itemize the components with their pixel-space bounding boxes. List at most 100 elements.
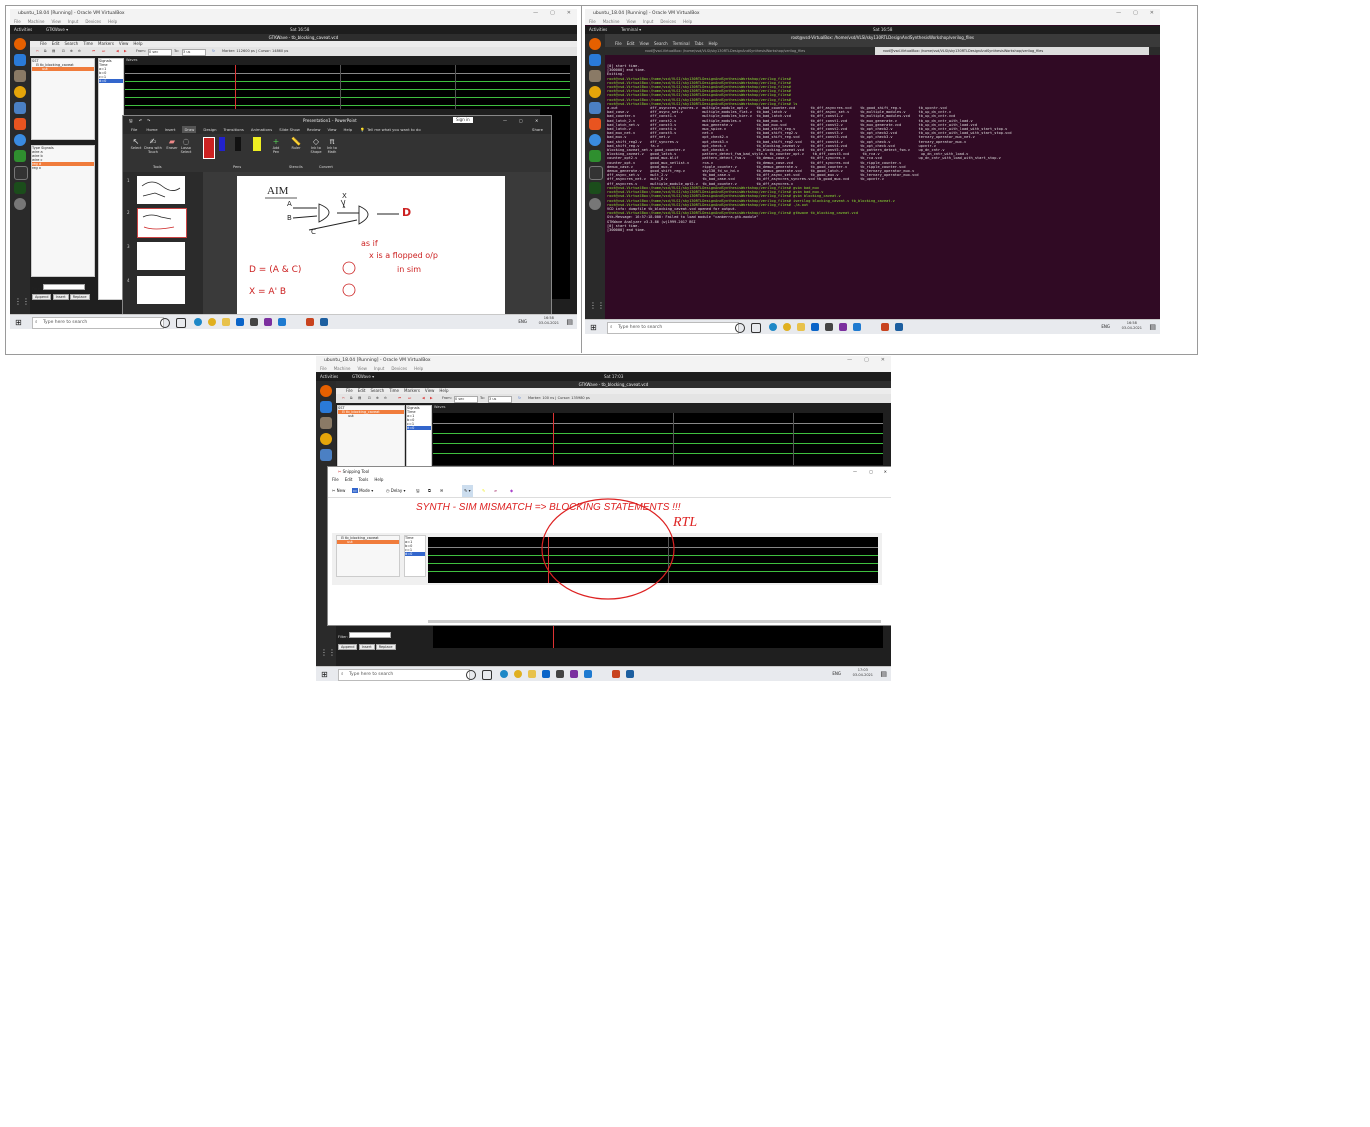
edge-icon[interactable]	[194, 318, 202, 326]
explorer-icon[interactable]	[528, 670, 536, 678]
last-page-icon[interactable]: ⏭	[102, 47, 105, 56]
ppt-tool-select[interactable]: ↖ Select	[129, 137, 143, 150]
prev-arrow-icon[interactable]: ◀	[422, 394, 425, 403]
vscode-icon[interactable]	[278, 318, 286, 326]
first-page-icon[interactable]: ⏮	[92, 47, 95, 56]
ppt-tab-file[interactable]: File	[131, 127, 137, 132]
dvd-icon[interactable]	[589, 198, 601, 210]
ppt-tab-slideshow[interactable]: Slide Show	[279, 127, 300, 132]
snip-paint3d-icon[interactable]: ◆	[510, 485, 513, 497]
snip-highlighter-icon[interactable]: ✎	[482, 485, 485, 497]
filter-input[interactable]	[42, 284, 85, 290]
insert-button[interactable]: Insert	[52, 294, 69, 300]
prev-arrow-icon[interactable]: ◀	[116, 47, 119, 56]
thunderbird-icon[interactable]	[589, 54, 601, 66]
ppt-tab-review[interactable]: Review	[307, 127, 321, 132]
writer-icon[interactable]	[589, 102, 601, 114]
writer-icon[interactable]	[14, 102, 26, 114]
tree-item-uut[interactable]: uut	[338, 414, 404, 418]
cortana-icon[interactable]	[735, 323, 745, 333]
vm-menu-devices[interactable]: Devices	[660, 19, 676, 24]
highlighter-icon[interactable]	[253, 137, 261, 151]
ubuntu-clock[interactable]: Sat 17:03	[604, 373, 623, 381]
mail-icon[interactable]	[542, 670, 550, 678]
maximize-icon[interactable]: ▢	[1133, 10, 1138, 16]
black-pen-icon[interactable]	[235, 137, 241, 151]
append-button[interactable]: Append	[338, 644, 358, 650]
minimize-icon[interactable]: —	[1116, 10, 1121, 16]
gtkwave-icon[interactable]	[14, 182, 26, 194]
thunderbird-icon[interactable]	[14, 54, 26, 66]
slide-thumbnail[interactable]	[137, 276, 185, 304]
vscode-icon[interactable]	[853, 323, 861, 331]
term-menu-file[interactable]: File	[615, 41, 622, 46]
windows-start-icon[interactable]: ⊞	[321, 670, 328, 679]
vm-menu-help[interactable]: Help	[683, 19, 692, 24]
snip-close-icon[interactable]: ✕	[884, 467, 887, 476]
vbox-icon[interactable]	[626, 670, 634, 678]
copy-icon[interactable]: ⧉	[350, 394, 353, 403]
terminal-output[interactable]: [0] start time. [300000] end time. Exiting…	[605, 56, 1160, 324]
ppt-tab-design[interactable]: Design	[203, 127, 216, 132]
gtk-menu-markers[interactable]: Markers	[404, 388, 420, 393]
dvd-icon[interactable]	[14, 198, 26, 210]
vbox-icon[interactable]	[320, 318, 328, 326]
taskview-icon[interactable]	[751, 323, 761, 333]
term-menu-terminal[interactable]: Terminal	[673, 41, 690, 46]
ppt-taskbar-icon[interactable]	[306, 318, 314, 326]
activities-button[interactable]: Activities	[320, 373, 338, 381]
ppt-tool-ink-math[interactable]: π Ink to Math	[325, 137, 339, 154]
ppt-tab-insert[interactable]: Insert	[165, 127, 176, 132]
vm-menu-devices[interactable]: Devices	[85, 19, 101, 24]
ppt-tool-draw-touch[interactable]: ✍ Draw with Touch	[143, 137, 163, 154]
vm-menu-machine[interactable]: Machine	[603, 19, 620, 24]
vm-menu-help[interactable]: Help	[108, 19, 117, 24]
paste-icon[interactable]: ▤	[52, 47, 55, 56]
paste-icon[interactable]: ▤	[358, 394, 361, 403]
waveform-canvas[interactable]	[433, 413, 883, 465]
gtk-menu-markers[interactable]: Markers	[98, 41, 114, 46]
snip-scrollbar[interactable]	[428, 620, 881, 623]
snip-pen-icon[interactable]: ✎ ▾	[462, 485, 473, 497]
ppt-tab-view[interactable]: View	[327, 127, 336, 132]
copy-icon[interactable]: ⧉	[44, 47, 47, 56]
app-menu[interactable]: Terminal ▾	[621, 26, 641, 34]
chrome-icon[interactable]	[783, 323, 791, 331]
onenote-icon[interactable]	[264, 318, 272, 326]
gtk-menu-edit[interactable]: Edit	[358, 388, 366, 393]
firefox-icon[interactable]	[14, 38, 26, 50]
gtk-menu-help[interactable]: Help	[439, 388, 448, 393]
windows-start-icon[interactable]: ⊞	[15, 318, 22, 327]
tree-item-uut[interactable]: uut	[32, 67, 94, 71]
snip-save-icon[interactable]: 🖫	[416, 485, 419, 497]
zoom-out-icon[interactable]: ⊖	[384, 394, 387, 403]
notification-icon[interactable]: ▤	[566, 318, 573, 326]
files-icon[interactable]	[14, 70, 26, 82]
first-page-icon[interactable]: ⏮	[398, 394, 401, 403]
close-icon[interactable]: ✕	[1150, 10, 1154, 16]
from-input[interactable]: 0 sec	[454, 396, 478, 403]
last-page-icon[interactable]: ⏭	[408, 394, 411, 403]
ppt-taskbar-icon[interactable]	[612, 670, 620, 678]
terminal-tab[interactable]: root@vsd-VirtualBox: /home/vsd/VLSI/sky1…	[645, 47, 805, 55]
gtk-menu-view[interactable]: View	[425, 388, 435, 393]
zoom-in-icon[interactable]: ⊕	[376, 394, 379, 403]
taskbar-clock[interactable]: 16:58 03-04-2021	[1122, 321, 1142, 331]
firefox-icon[interactable]	[589, 38, 601, 50]
vim-icon[interactable]	[14, 150, 26, 162]
taskbar-clock[interactable]: 16:58 03-04-2021	[539, 316, 559, 326]
snip-menu-file[interactable]: File	[332, 477, 339, 482]
files-icon[interactable]	[589, 70, 601, 82]
ubuntu-clock[interactable]: Sat 16:58	[290, 26, 309, 34]
next-arrow-icon[interactable]: ▶	[124, 47, 127, 56]
vm-menu-help[interactable]: Help	[414, 366, 423, 371]
ppt-taskbar-icon[interactable]	[881, 323, 889, 331]
lang-indicator[interactable]: ENG	[518, 319, 527, 324]
close-icon[interactable]: ✕	[567, 10, 571, 16]
reload-icon[interactable]: ↻	[518, 394, 521, 403]
ppt-tool-add-pen[interactable]: + Add Pen	[269, 137, 283, 154]
ppt-tab-help[interactable]: Help	[343, 127, 352, 132]
from-input[interactable]: 0 sec	[148, 49, 172, 56]
waveform-canvas-lower[interactable]	[433, 626, 883, 648]
vm-menu-input[interactable]: Input	[374, 366, 384, 371]
